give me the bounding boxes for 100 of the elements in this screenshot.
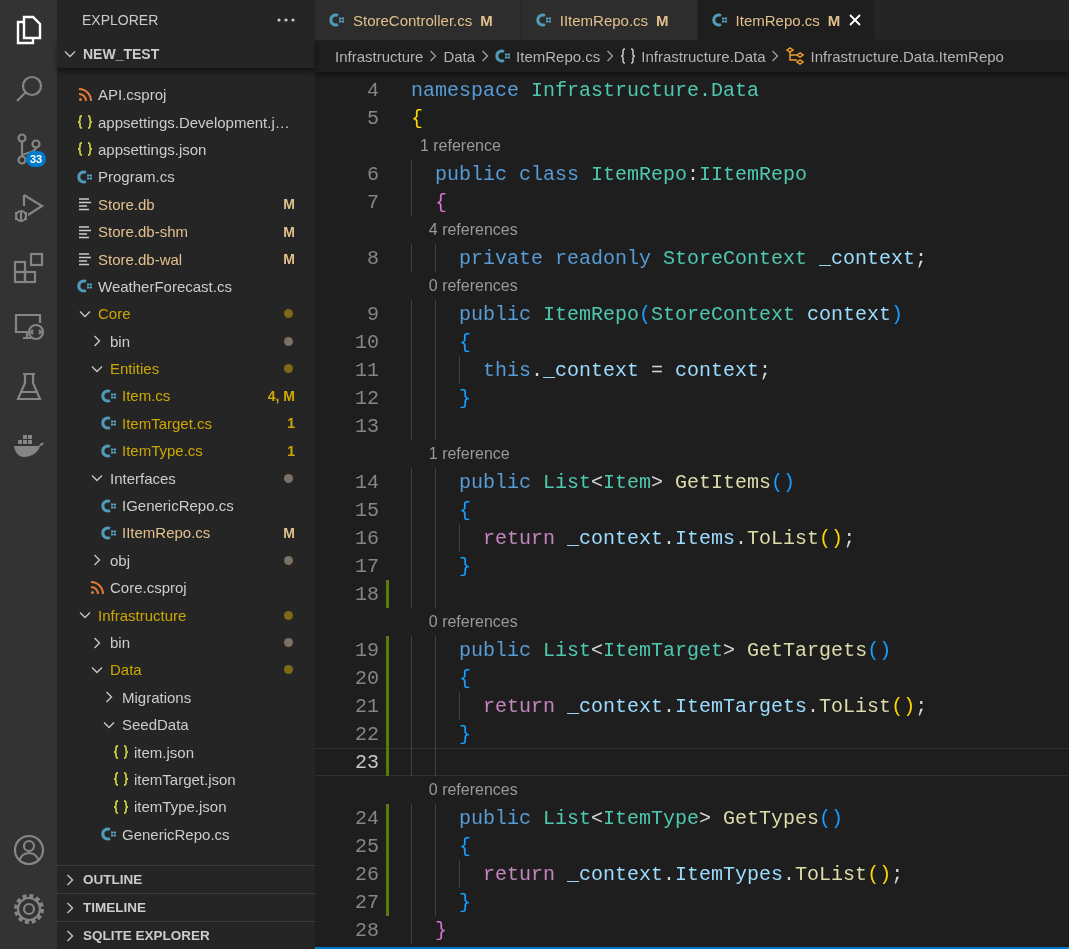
code-line: { (458, 330, 471, 354)
status-letter: 1 (287, 415, 295, 432)
panel-header[interactable]: OUTLINE (57, 865, 315, 893)
file-item[interactable]: GenericRepo.cs (122, 825, 230, 843)
csharp-file-icon (101, 416, 117, 431)
file-item[interactable]: appsettings.Development.j… (98, 113, 290, 131)
braces-icon (113, 772, 129, 787)
file-item[interactable]: IGenericRepo.cs (122, 497, 234, 515)
editor-tab[interactable]: ItemRepo.cs M (697, 0, 876, 40)
files-icon[interactable] (14, 14, 43, 45)
code-line: } (458, 890, 471, 914)
close-icon[interactable] (848, 13, 863, 27)
editor-tab[interactable]: StoreController.cs M (315, 0, 522, 40)
file-item[interactable]: item.json (134, 743, 195, 761)
breadcrumb-item[interactable]: ItemRepo.cs (516, 47, 601, 65)
status-letter: M (283, 251, 295, 268)
line-number: 19 (354, 638, 379, 662)
line-number: 17 (354, 554, 379, 578)
folder-item[interactable]: Infrastructure (98, 606, 187, 624)
csharp-file-icon (77, 169, 93, 184)
source-control-icon[interactable] (14, 132, 43, 165)
more-icon[interactable] (277, 18, 295, 22)
folder-item[interactable]: bin (110, 634, 131, 651)
file-item[interactable]: Item.cs (122, 387, 171, 405)
file-item[interactable]: Store.db-shm (98, 223, 189, 241)
line-number: 12 (354, 386, 379, 410)
line-number: 8 (366, 246, 379, 270)
text-file-icon (78, 252, 92, 267)
status-letter: M (283, 223, 295, 240)
folder-item[interactable]: bin (110, 332, 131, 350)
file-item[interactable]: itemType.json (134, 798, 227, 816)
panel-header[interactable]: SQLITE EXPLORER (57, 921, 315, 949)
file-item[interactable]: API.csproj (98, 86, 167, 104)
line-number: 21 (354, 694, 379, 718)
file-item[interactable]: WeatherForecast.cs (98, 277, 232, 295)
csharp-file-icon (711, 13, 728, 27)
breadcrumb-item[interactable]: Data (443, 47, 476, 65)
file-item[interactable]: Store.db-wal (98, 250, 183, 268)
line-number: 25 (354, 834, 379, 858)
account-icon[interactable] (12, 833, 45, 866)
line-number: 23 (354, 750, 379, 774)
code-lens[interactable]: 0 references (411, 277, 518, 295)
editor-tab[interactable]: IItemRepo.cs M (521, 0, 698, 40)
file-item[interactable]: Store.db (98, 195, 155, 213)
line-number: 18 (354, 582, 379, 606)
file-item[interactable]: ItemType.cs (122, 442, 203, 460)
csharp-file-icon (101, 525, 117, 540)
line-number: 10 (354, 330, 379, 354)
line-number: 13 (354, 414, 379, 438)
flask-icon[interactable] (14, 371, 43, 402)
line-number: 22 (354, 722, 379, 746)
code-line: public List<Item> GetItems() (458, 470, 796, 494)
folder-item[interactable]: Interfaces (110, 469, 176, 487)
extensions-icon[interactable] (12, 251, 45, 284)
line-number: 24 (354, 806, 379, 830)
settings-icon[interactable] (12, 893, 45, 926)
code-lens[interactable]: 4 references (411, 221, 518, 239)
folder-header[interactable]: NEW_TEST (57, 40, 315, 68)
code-line: private readonly StoreContext _context; (458, 246, 928, 270)
code-lens[interactable]: 0 references (411, 781, 518, 799)
class-icon (785, 47, 806, 65)
code-line: } (458, 386, 471, 410)
code-line: return _context.ItemTypes.ToList(); (482, 862, 904, 886)
csharp-file-icon (101, 827, 117, 842)
csharp-file-icon (495, 49, 512, 63)
file-item[interactable]: Core.csproj (110, 579, 187, 597)
file-item[interactable]: IItemRepo.cs (122, 524, 211, 542)
code-line: this._context = context; (482, 358, 772, 382)
csharp-file-icon (101, 389, 117, 403)
line-number: 11 (354, 358, 379, 382)
line-number: 14 (354, 470, 379, 494)
file-item[interactable]: appsettings.json (98, 140, 207, 158)
folder-item[interactable]: Entities (110, 360, 160, 378)
breadcrumb-item[interactable]: Infrastructure.Data.ItemRepo (810, 47, 1004, 65)
folder-item[interactable]: SeedData (122, 716, 189, 734)
code-line: } (458, 554, 471, 578)
file-item[interactable]: ItemTarget.cs (122, 414, 213, 432)
breadcrumb-item[interactable]: Infrastructure (335, 47, 424, 65)
run-debug-icon[interactable] (12, 192, 45, 225)
code-line: public class ItemRepo:IItemRepo (434, 162, 808, 186)
folder-item[interactable]: Data (110, 661, 142, 679)
folder-item[interactable]: obj (110, 551, 131, 569)
panel-header[interactable]: TIMELINE (57, 893, 315, 921)
count-badge: 33 (26, 151, 47, 167)
status-letter: M (283, 524, 295, 541)
code-line: public List<ItemTarget> GetTargets() (458, 638, 892, 662)
folder-item[interactable]: Migrations (122, 688, 192, 706)
chevron-right-icon (605, 49, 616, 63)
code-lens[interactable]: 1 reference (411, 137, 501, 155)
file-item[interactable]: Program.cs (98, 168, 175, 186)
whale-icon[interactable] (12, 434, 45, 459)
breadcrumb-item[interactable]: Infrastructure.Data (641, 47, 766, 65)
code-lens[interactable]: 0 references (411, 613, 518, 631)
line-number: 5 (366, 106, 379, 130)
code-line: public ItemRepo(StoreContext context) (458, 302, 904, 326)
csharp-file-icon (77, 279, 93, 294)
folder-item[interactable]: Core (98, 305, 131, 323)
code-lens[interactable]: 1 reference (411, 445, 510, 463)
remote-explorer-icon[interactable] (12, 312, 45, 343)
file-item[interactable]: itemTarget.json (134, 770, 236, 788)
